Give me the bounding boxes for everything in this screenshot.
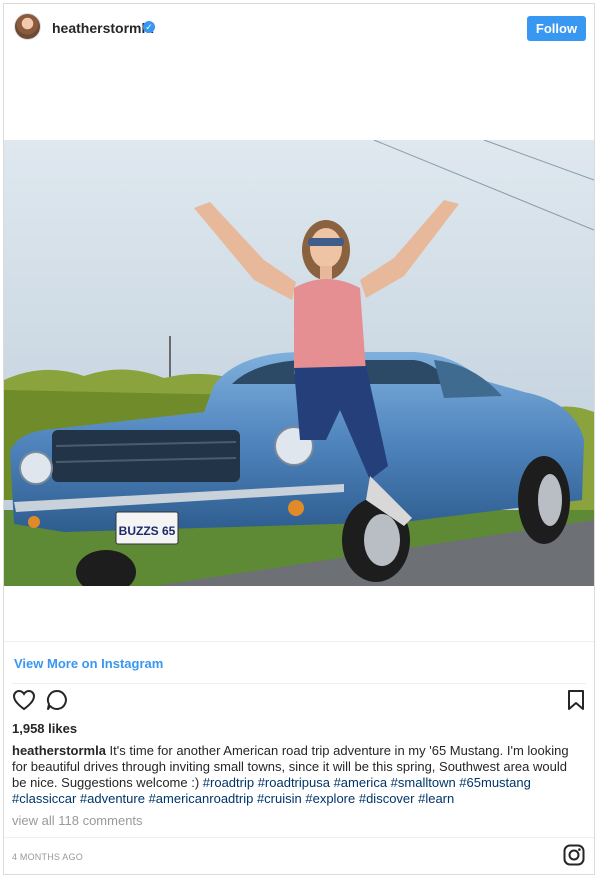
post-photo[interactable]: BUZZS 65: [4, 140, 594, 586]
svg-text:BUZZS 65: BUZZS 65: [119, 524, 176, 538]
instagram-embed-card: heatherstormla ✓ Follow BUZZS 65 View Mo…: [3, 3, 595, 875]
username-link[interactable]: heatherstormla: [52, 20, 153, 36]
bookmark-icon[interactable]: [564, 688, 590, 714]
verified-badge-icon: ✓: [143, 21, 155, 33]
caption-username[interactable]: heatherstormla: [12, 743, 106, 758]
post-timestamp[interactable]: 4 MONTHS AGO: [12, 852, 83, 862]
avatar[interactable]: [14, 13, 41, 40]
photo-illustration: BUZZS 65: [4, 140, 594, 586]
post-header: heatherstormla ✓ Follow: [4, 4, 594, 50]
comment-icon[interactable]: [45, 688, 71, 714]
post-media[interactable]: BUZZS 65: [4, 50, 594, 642]
instagram-logo-icon[interactable]: [563, 844, 585, 866]
view-more-link[interactable]: View More on Instagram: [14, 656, 163, 671]
divider: [12, 683, 586, 684]
post-caption: heatherstormla It's time for another Ame…: [12, 743, 584, 807]
view-comments-link[interactable]: view all 118 comments: [12, 813, 143, 828]
license-plate: BUZZS 65: [115, 511, 179, 545]
divider: [4, 837, 594, 838]
follow-button[interactable]: Follow: [527, 16, 586, 41]
post-actions: [4, 688, 594, 718]
heart-icon[interactable]: [12, 688, 38, 714]
likes-count[interactable]: 1,958 likes: [12, 721, 77, 736]
